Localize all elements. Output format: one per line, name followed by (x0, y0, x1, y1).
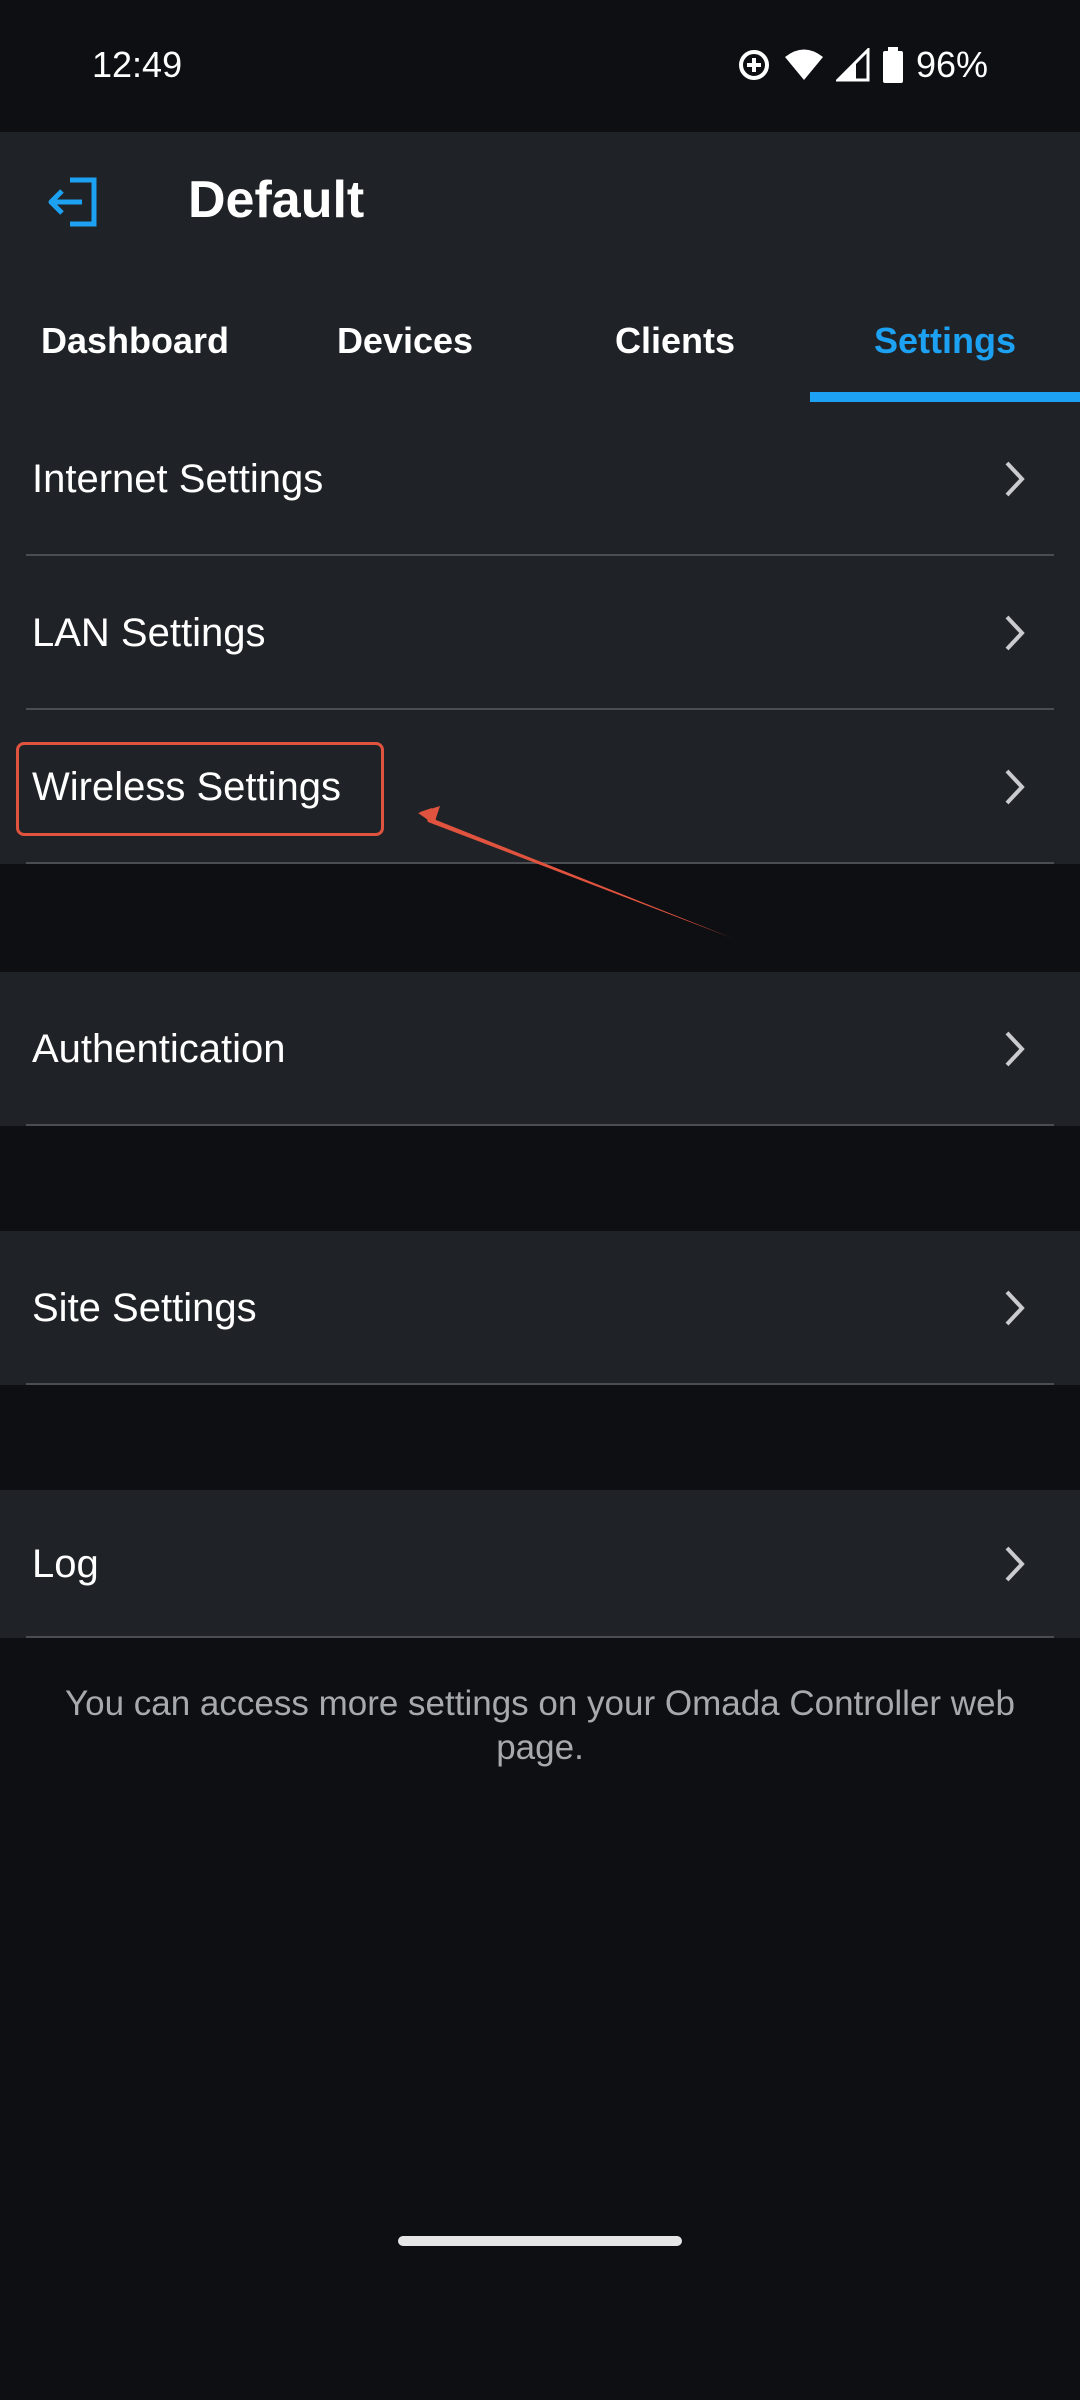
settings-group-log: Log (0, 1490, 1080, 1638)
settings-item-internet[interactable]: Internet Settings (0, 402, 1080, 556)
settings-item-label: Internet Settings (32, 456, 324, 501)
settings-item-wireless[interactable]: Wireless Settings (0, 710, 1080, 864)
settings-item-label: Authentication (32, 1026, 286, 1071)
home-indicator[interactable] (398, 2236, 682, 2246)
status-time: 12:49 (92, 44, 183, 85)
tab-devices[interactable]: Devices (270, 280, 540, 402)
settings-group-site: Site Settings (0, 1231, 1080, 1385)
chevron-right-icon (1005, 1546, 1025, 1582)
status-icons: 96% (736, 40, 988, 90)
divider (26, 1124, 1054, 1126)
tab-active-indicator (810, 392, 1080, 402)
settings-group-network: Internet Settings LAN Settings Wireless … (0, 402, 1080, 864)
data-saver-icon (738, 50, 769, 80)
settings-item-label: Log (32, 1541, 99, 1586)
signal-icon (835, 48, 870, 82)
page-title: Default (188, 171, 365, 229)
divider (26, 1383, 1054, 1385)
app-header: Default Dashboard Devices Clients Settin… (0, 132, 1080, 402)
divider (26, 862, 1054, 864)
tab-clients[interactable]: Clients (540, 280, 810, 402)
chevron-right-icon (1005, 461, 1025, 497)
chevron-right-icon (1005, 1031, 1025, 1067)
settings-item-authentication[interactable]: Authentication (0, 972, 1080, 1126)
tab-dashboard[interactable]: Dashboard (0, 280, 270, 402)
settings-item-label: LAN Settings (32, 610, 266, 655)
tab-bar: Dashboard Devices Clients Settings (0, 280, 1080, 402)
settings-item-label: Site Settings (32, 1285, 257, 1330)
chevron-right-icon (1005, 1290, 1025, 1326)
status-bar: 12:49 96% (0, 0, 1080, 132)
tab-settings[interactable]: Settings (810, 280, 1080, 402)
footer-note: You can access more settings on your Oma… (64, 1684, 1016, 1767)
settings-item-log[interactable]: Log (0, 1490, 1080, 1638)
chevron-right-icon (1005, 615, 1025, 651)
chevron-right-icon (1005, 769, 1025, 805)
exit-arrow-icon[interactable] (46, 174, 102, 230)
settings-item-lan[interactable]: LAN Settings (0, 556, 1080, 710)
divider (26, 1636, 1054, 1638)
battery-percent: 96% (915, 44, 988, 85)
battery-icon (882, 47, 903, 83)
settings-group-authentication: Authentication (0, 972, 1080, 1126)
settings-item-site[interactable]: Site Settings (0, 1231, 1080, 1385)
settings-item-label: Wireless Settings (32, 764, 341, 809)
wifi-icon (784, 49, 823, 80)
